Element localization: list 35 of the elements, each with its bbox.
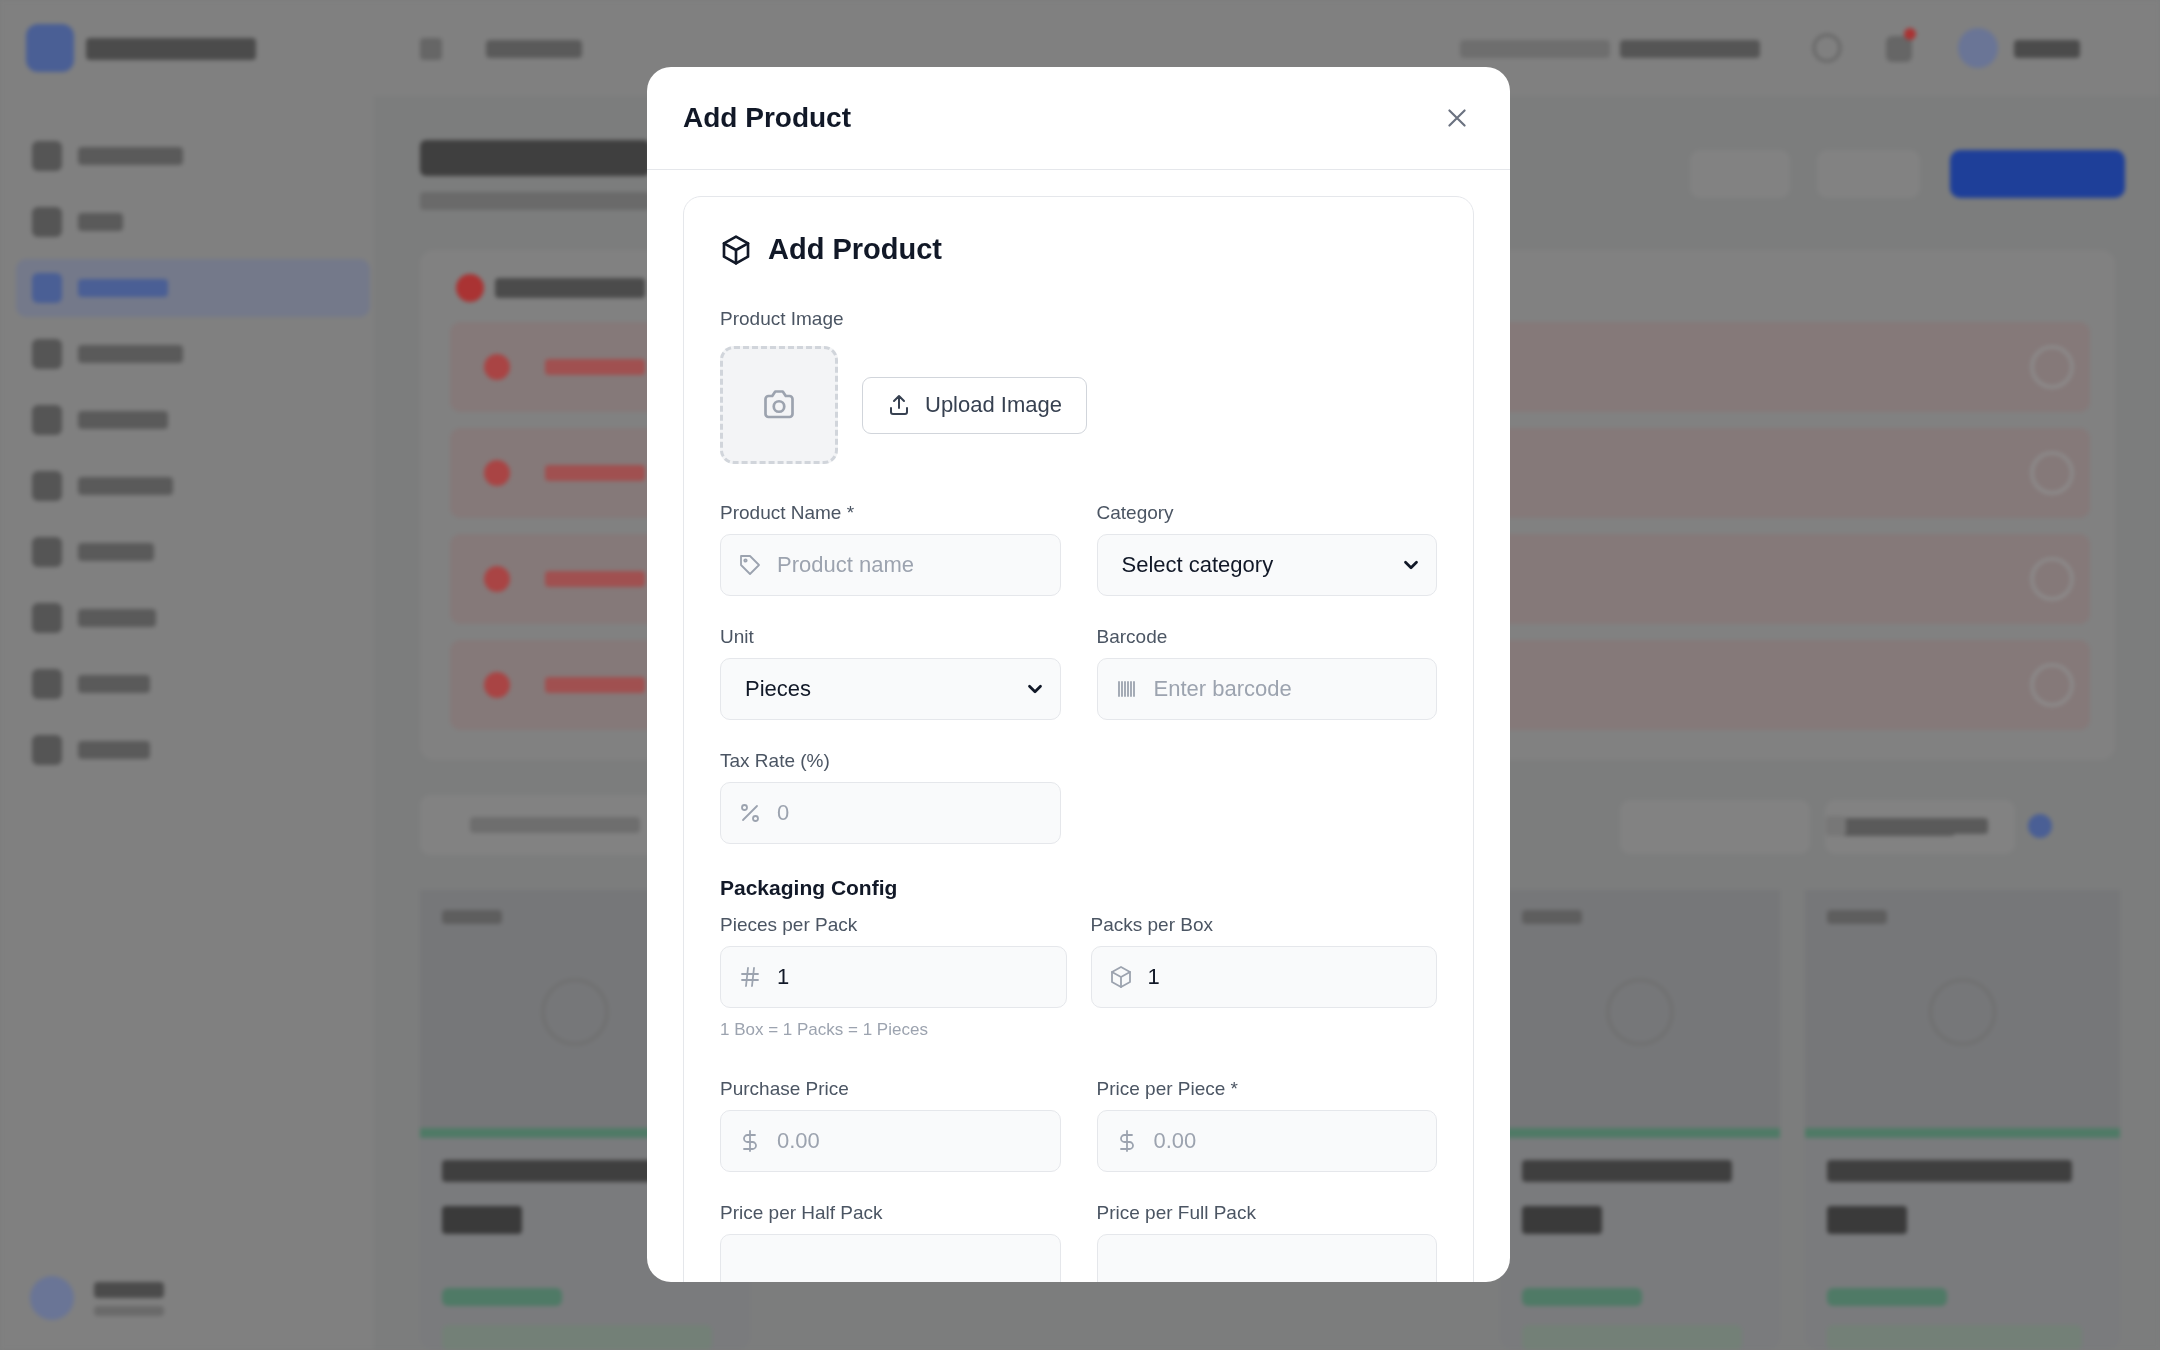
field-label: Barcode xyxy=(1096,626,1169,648)
input-field[interactable]: 1 xyxy=(720,946,1067,1008)
card-title: Add Product xyxy=(768,233,942,266)
percent-icon xyxy=(738,801,762,825)
field-label: Price per Piece * xyxy=(1096,1078,1239,1100)
field-label: Tax Rate (%) xyxy=(720,750,831,772)
input-field[interactable]: 0.00 xyxy=(720,1110,1061,1172)
image-dropzone[interactable] xyxy=(720,346,838,464)
field-label: Unit xyxy=(720,626,755,648)
input-field[interactable]: Product name xyxy=(720,534,1061,596)
input-field[interactable]: Enter barcode xyxy=(1096,658,1437,720)
tag-icon xyxy=(738,553,762,577)
field-label: Pieces per Pack xyxy=(720,914,859,936)
upload-icon xyxy=(887,393,911,417)
cube-icon xyxy=(1108,965,1133,989)
input-field[interactable]: 1 xyxy=(1090,946,1437,1008)
box-icon xyxy=(720,233,752,266)
dropdown[interactable]: Pieces xyxy=(720,658,1061,720)
helper-text: 1 Box = 1 Packs = 1 Pieces xyxy=(720,1020,929,1040)
section-title: Packaging Config xyxy=(720,876,899,900)
field-label: Price per Half Pack xyxy=(720,1202,884,1224)
field-label: Product Name * xyxy=(720,502,856,524)
field-label: Price per Full Pack xyxy=(1096,1202,1257,1224)
input-field[interactable] xyxy=(1096,1234,1437,1282)
field-label: Packs per Box xyxy=(1090,914,1214,936)
field-label: Category xyxy=(1096,502,1175,524)
upload-button[interactable]: Upload Image xyxy=(862,376,1087,434)
hash-icon xyxy=(738,965,762,989)
dropdown[interactable]: Select category xyxy=(1096,534,1437,596)
field-label: Product Image xyxy=(720,308,845,330)
input-field[interactable] xyxy=(720,1234,1061,1282)
dialog-title: Add Product xyxy=(683,102,851,134)
input-field[interactable]: 0.00 xyxy=(1096,1110,1437,1172)
input-field[interactable]: 0 xyxy=(720,782,1061,844)
field-label: Purchase Price xyxy=(720,1078,850,1100)
